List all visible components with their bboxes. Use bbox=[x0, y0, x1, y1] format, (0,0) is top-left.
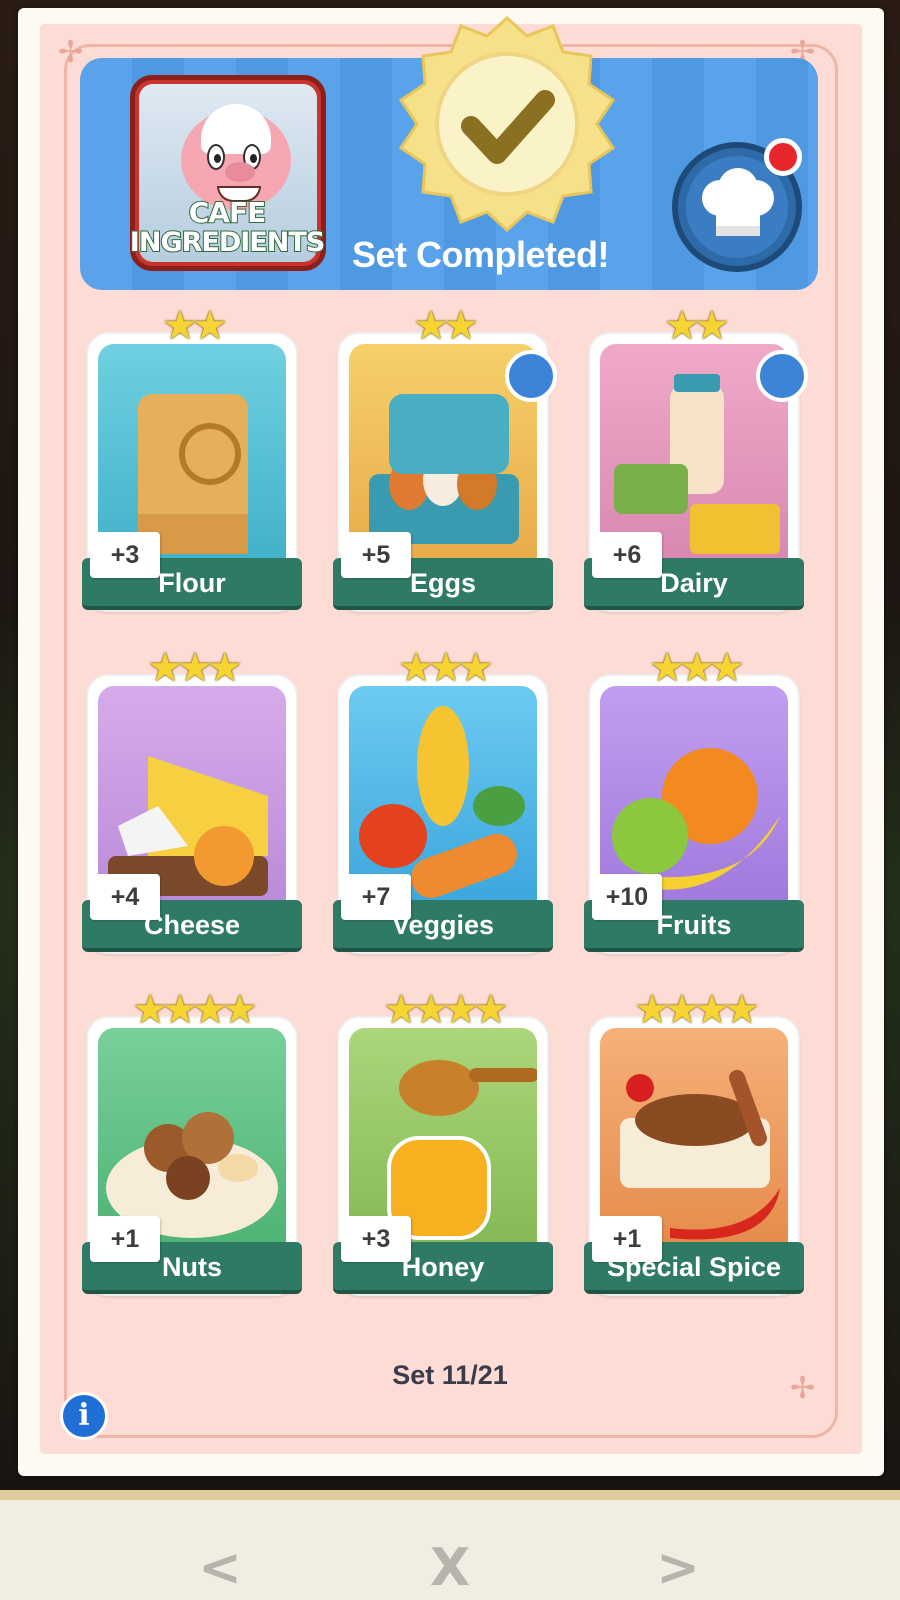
card-special-spice[interactable]: ★★★★ +1 Special Spice bbox=[584, 988, 804, 1296]
card-stars: ★★★ bbox=[398, 645, 494, 691]
card-nuts[interactable]: ★★★★ +1 Nuts bbox=[82, 988, 302, 1296]
card-stars: ★★★ bbox=[147, 645, 243, 691]
next-button[interactable]: > bbox=[648, 1538, 708, 1598]
set-completed-label: Set Completed! bbox=[352, 234, 610, 275]
card-name: Special Spice bbox=[606, 1252, 782, 1282]
notification-dot bbox=[764, 138, 802, 176]
card-stars: ★★ bbox=[413, 303, 479, 349]
card-name: Cheese bbox=[143, 910, 241, 940]
close-button[interactable]: X bbox=[420, 1538, 480, 1598]
card-stars: ★★★★ bbox=[634, 987, 759, 1033]
card-name: Fruits bbox=[656, 910, 732, 940]
cutlery-corner-icon: ✢ bbox=[58, 35, 84, 70]
card-name: Dairy bbox=[660, 568, 728, 598]
set-name-line2: INGREDIENTS bbox=[129, 227, 326, 259]
card-name: Eggs bbox=[409, 568, 476, 598]
prev-button[interactable]: < bbox=[190, 1538, 250, 1598]
info-button[interactable]: i bbox=[60, 1392, 108, 1440]
set-name-line1: CAFE bbox=[188, 196, 267, 229]
card-veggies[interactable]: ★★★ +7 Veggies bbox=[333, 646, 553, 954]
card-stars: ★★ bbox=[664, 303, 730, 349]
card-name: Flour bbox=[158, 568, 226, 598]
card-stars: ★★★★ bbox=[132, 987, 257, 1033]
card-name: Nuts bbox=[162, 1252, 222, 1282]
chef-badge-icon bbox=[505, 350, 557, 402]
chef-badge-icon bbox=[756, 350, 808, 402]
card-stars: ★★ bbox=[162, 303, 228, 349]
card-flour[interactable]: ★★ +3 Flour bbox=[82, 304, 302, 612]
card-stars: ★★★★ bbox=[383, 987, 508, 1033]
card-name: Honey bbox=[401, 1252, 485, 1282]
pig-chef-icon bbox=[181, 104, 291, 210]
set-count: Set 11/21 bbox=[392, 1360, 508, 1390]
completed-seal-icon bbox=[398, 15, 616, 233]
card-dairy[interactable]: ★★ +6 Dairy bbox=[584, 304, 808, 612]
card-cheese[interactable]: ★★★ +4 Cheese bbox=[82, 646, 302, 954]
card-honey[interactable]: ★★★★ +3 Honey bbox=[333, 988, 553, 1296]
card-stars: ★★★ bbox=[649, 645, 745, 691]
card-fruits[interactable]: ★★★ +10 Fruits bbox=[584, 646, 804, 954]
set-name: CAFE INGREDIENTS bbox=[112, 196, 342, 259]
card-name: Veggies bbox=[391, 910, 495, 940]
card-eggs[interactable]: ★★ +5 Eggs bbox=[333, 304, 557, 612]
